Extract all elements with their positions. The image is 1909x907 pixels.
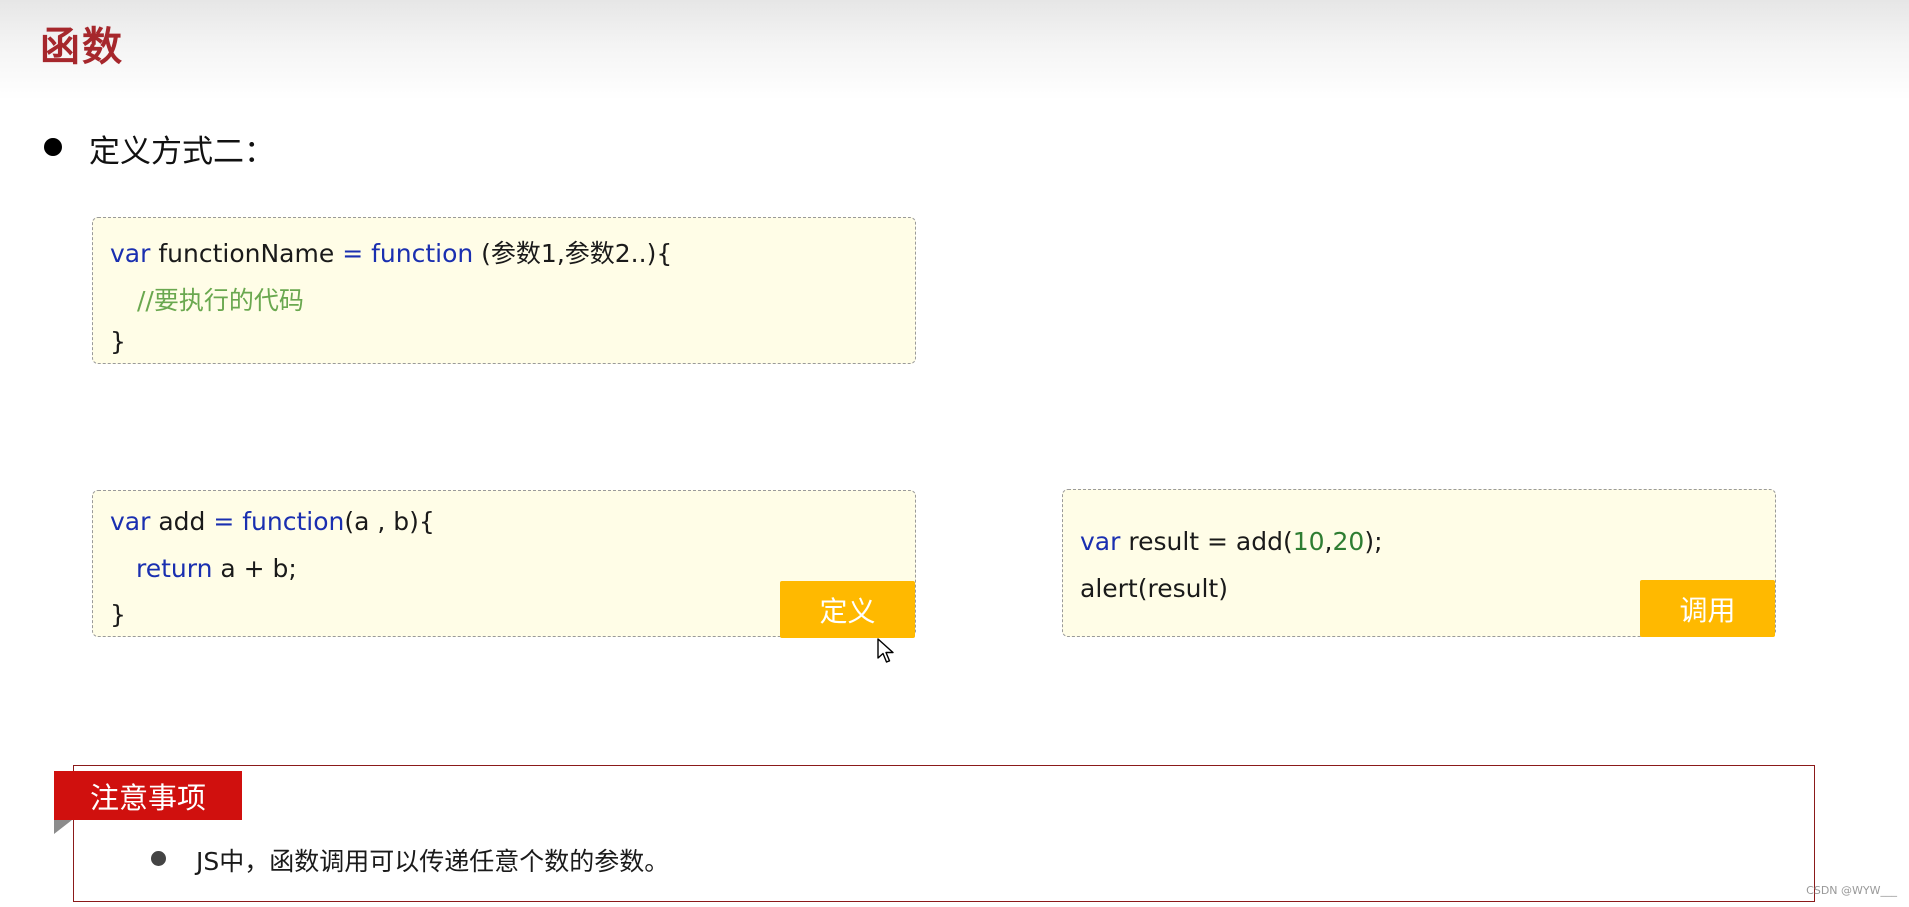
return-expr: a + b; [212,554,297,583]
syntax-line-1: var functionName = function (参数1,参数2..){ [110,234,672,270]
define-line-1: var add = function(a , b){ [110,507,435,536]
note-text: JS中，函数调用可以传递任意个数的参数。 [196,847,670,876]
keyword-var: var [1080,527,1121,556]
syntax-line-3: } [110,327,126,356]
call-line-1: var result = add(10,20); [1080,527,1383,556]
note-tab-fold [54,820,72,834]
page-title: 函数 [40,24,124,70]
keyword-function: = function [342,239,474,268]
arg-1: 10 [1292,527,1325,556]
comma: , [1324,527,1333,556]
call-line-2: alert(result) [1080,574,1228,603]
bullet-icon [44,138,62,156]
note-tab: 注意事项 [54,771,242,820]
params: (a , b){ [344,507,435,536]
section-heading: 定义方式二： [89,134,275,170]
define-line-3: } [110,600,126,629]
function-name: add [150,507,214,536]
define-tag: 定义 [780,581,915,638]
keyword-var: var [110,239,151,268]
keyword-var: var [110,507,151,536]
header-band [0,0,1909,100]
keyword-function: = function [213,507,345,536]
watermark: CSDN @WYW___ [1806,884,1897,897]
note-bullet-icon [151,851,166,866]
note-box [73,765,1815,902]
params: (参数1,参数2..){ [473,239,673,268]
call-text: result = add( [1120,527,1293,556]
keyword-return: return [136,554,213,583]
syntax-code-block: var functionName = function (参数1,参数2..){… [92,217,916,364]
call-tag: 调用 [1640,580,1775,637]
function-name: functionName [150,239,343,268]
call-close: ); [1364,527,1383,556]
syntax-comment: //要执行的代码 [137,286,304,315]
arg-2: 20 [1332,527,1365,556]
define-line-2: return a + b; [136,554,297,583]
mouse-pointer-icon [877,638,894,663]
